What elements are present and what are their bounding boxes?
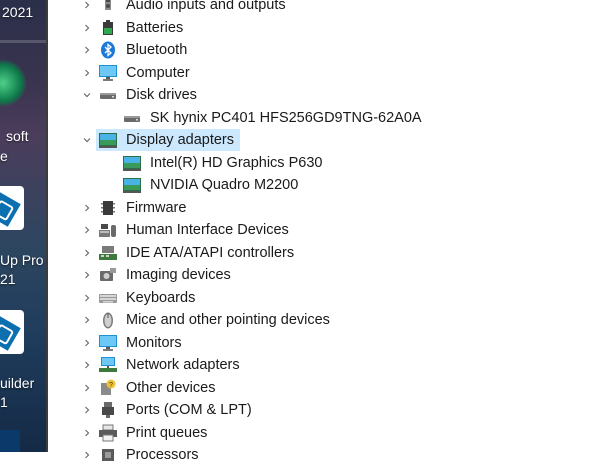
device-tree-node[interactable]: ? Other devices — [48, 377, 598, 399]
ide-controller-icon — [98, 243, 118, 263]
camera-icon — [98, 265, 118, 285]
chevron-right-icon[interactable] — [82, 315, 92, 325]
device-tree-label: Intel(R) HD Graphics P630 — [150, 154, 323, 171]
taskbar-edge — [0, 430, 20, 452]
display-adapter-icon — [122, 175, 142, 195]
device-tree-label: Audio inputs and outputs — [126, 0, 286, 13]
chevron-right-icon[interactable] — [82, 45, 92, 55]
device-tree-node[interactable]: Computer — [48, 62, 598, 84]
chevron-right-icon[interactable] — [82, 293, 92, 303]
wallpaper-glow — [0, 60, 26, 106]
device-tree-label: Mice and other pointing devices — [126, 312, 330, 328]
device-tree-label: Monitors — [126, 334, 182, 351]
monitor-icon — [98, 333, 118, 353]
disk-drive-icon — [98, 85, 118, 105]
device-tree-node[interactable]: Disk drives — [48, 84, 598, 106]
device-tree-node[interactable]: Firmware — [48, 197, 598, 219]
printer-icon — [98, 423, 118, 443]
device-tree-label: Ports (COM & LPT) — [126, 402, 252, 418]
chevron-right-icon[interactable] — [82, 360, 92, 370]
keyboard-icon — [98, 288, 118, 308]
device-tree: Audio inputs and outputs Batteries Bluetoo… — [48, 0, 598, 463]
port-icon — [98, 400, 118, 420]
chevron-right-icon[interactable] — [82, 68, 92, 78]
device-tree-label: Network adapters — [126, 357, 240, 373]
device-tree-node[interactable]: Monitors — [48, 332, 598, 354]
svg-text:?: ? — [109, 382, 113, 389]
desktop-app-icon[interactable] — [0, 186, 24, 230]
device-tree-label: SK hynix PC401 HFS256GD9TNG-62A0A — [150, 109, 422, 126]
device-tree-node[interactable]: IDE ATA/ATAPI controllers — [48, 242, 598, 264]
device-tree-node[interactable]: SK hynix PC401 HFS256GD9TNG-62A0A — [48, 107, 598, 129]
device-tree-node[interactable]: Network adapters — [48, 354, 598, 376]
display-adapter-icon — [98, 130, 118, 150]
device-tree-label: Print queues — [126, 424, 208, 441]
desktop-background: 2021 soft e Up Pro 21 uilder 1 — [0, 0, 46, 452]
device-tree-node[interactable]: Ports (COM & LPT) — [48, 399, 598, 421]
unknown-device-icon: ? — [98, 378, 118, 398]
chevron-down-icon[interactable] — [82, 90, 92, 100]
desktop-icon-label: e — [0, 148, 8, 164]
device-tree-node[interactable]: Keyboards — [48, 287, 598, 309]
monitor-icon — [98, 63, 118, 83]
firmware-icon — [98, 198, 118, 218]
device-tree-label: Other devices — [126, 379, 216, 396]
chevron-right-icon[interactable] — [82, 270, 92, 280]
device-tree-label: Bluetooth — [126, 42, 188, 58]
network-adapter-icon — [98, 355, 118, 375]
device-tree-label: NVIDIA Quadro M2200 — [150, 177, 299, 193]
hid-icon — [98, 220, 118, 240]
battery-icon — [98, 18, 118, 38]
device-tree-node[interactable]: Imaging devices — [48, 264, 598, 286]
processor-icon — [98, 445, 118, 465]
speaker-icon — [98, 0, 118, 15]
chevron-right-icon[interactable] — [82, 248, 92, 258]
device-tree-label: Imaging devices — [126, 267, 231, 283]
chevron-right-icon[interactable] — [82, 405, 92, 415]
device-tree-label: IDE ATA/ATAPI controllers — [126, 244, 295, 261]
desktop-icon-label: Up Pro — [0, 252, 44, 268]
chevron-right-icon[interactable] — [82, 225, 92, 235]
device-tree-node[interactable]: Audio inputs and outputs — [48, 0, 598, 16]
device-tree-label: Batteries — [126, 19, 184, 36]
device-tree-label: Keyboards — [126, 289, 196, 306]
device-tree-label: Human Interface Devices — [126, 222, 289, 238]
desktop-icon-label: 1 — [0, 394, 8, 410]
chevron-right-icon[interactable] — [82, 383, 92, 393]
device-tree-node[interactable]: Intel(R) HD Graphics P630 — [48, 152, 598, 174]
device-tree-node[interactable]: Print queues — [48, 422, 598, 444]
device-tree-node[interactable]: Processors — [48, 444, 598, 466]
chevron-right-icon[interactable] — [82, 203, 92, 213]
desktop-icon-label: soft — [6, 128, 29, 144]
desktop-app-icon[interactable] — [0, 310, 24, 354]
wallpaper-stripe — [0, 40, 46, 43]
display-adapter-icon — [122, 153, 142, 173]
disk-drive-icon — [122, 108, 142, 128]
device-tree-node[interactable]: NVIDIA Quadro M2200 — [48, 174, 598, 196]
device-tree-label: Computer — [126, 64, 190, 81]
device-tree-node[interactable]: Batteries — [48, 17, 598, 39]
chevron-down-icon[interactable] — [82, 135, 92, 145]
chevron-right-icon[interactable] — [82, 428, 92, 438]
device-tree-label: Disk drives — [126, 87, 197, 103]
device-tree-label: Firmware — [126, 199, 187, 216]
desktop-icon-label: uilder — [0, 375, 35, 391]
device-tree-node[interactable]: Human Interface Devices — [48, 219, 598, 241]
mouse-icon — [98, 310, 118, 330]
device-tree-label: Display adapters — [126, 132, 234, 148]
desktop-icon-label: 21 — [0, 271, 16, 287]
device-tree-label: Processors — [126, 447, 199, 463]
chevron-right-icon[interactable] — [82, 0, 92, 10]
desktop-icon-label: 2021 — [2, 4, 34, 20]
device-tree-node[interactable]: Bluetooth — [48, 39, 598, 61]
device-tree-node[interactable]: Display adapters — [48, 129, 598, 151]
chevron-right-icon[interactable] — [82, 23, 92, 33]
bluetooth-icon — [98, 40, 118, 60]
chevron-right-icon[interactable] — [82, 338, 92, 348]
device-tree-node[interactable]: Mice and other pointing devices — [48, 309, 598, 331]
